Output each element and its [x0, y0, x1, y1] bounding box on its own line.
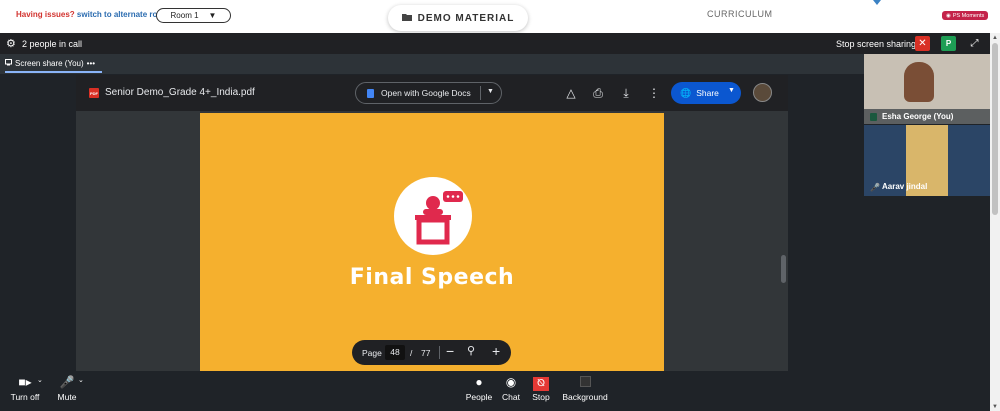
- caret-down-icon: ▼: [208, 11, 217, 20]
- current-page-input[interactable]: 48: [385, 345, 405, 360]
- share-tab-bar: Screen share (You) •••: [0, 54, 864, 74]
- demo-material-label: DEMO MATERIAL: [417, 12, 515, 24]
- background-icon: [560, 372, 610, 392]
- chevron-down-icon[interactable]: ⌄: [78, 376, 84, 384]
- screen-share-tab[interactable]: Screen share (You) •••: [5, 59, 95, 68]
- stop-share-icon: ⦰: [529, 372, 553, 392]
- slide-page: Final Speech: [200, 113, 664, 371]
- share-button[interactable]: 🌐 Share ▼: [671, 82, 741, 104]
- call-area: ⚙ 2 people in call Stop screen sharing ✕…: [0, 33, 990, 411]
- avatar[interactable]: [753, 83, 772, 102]
- slide-title: Final Speech: [349, 265, 515, 290]
- divider: [480, 86, 481, 100]
- print-icon[interactable]: ⎙: [590, 85, 606, 101]
- stop-sharing-label: Stop screen sharing: [836, 39, 917, 49]
- close-icon: ✕: [918, 38, 927, 49]
- mute-button[interactable]: 🎤 Mute: [54, 372, 80, 411]
- people-label: People: [465, 392, 493, 402]
- pdf-file-name: Senior Demo_Grade 4+_India.pdf: [105, 87, 255, 98]
- google-docs-icon: [367, 88, 374, 98]
- issue-text: Having issues?: [16, 10, 75, 19]
- curriculum-tab[interactable]: CURRICULUM: [707, 9, 773, 19]
- open-with-docs-label: Open with Google Docs: [381, 88, 471, 98]
- more-options-icon[interactable]: •••: [87, 59, 95, 68]
- page-separator: /: [410, 348, 413, 358]
- shared-pdf-viewer: PDF Senior Demo_Grade 4+_India.pdf Open …: [76, 75, 788, 371]
- screen-icon: [5, 59, 12, 68]
- participant-name: Esha George (You): [864, 109, 990, 124]
- zoom-fit-icon[interactable]: ⚲: [467, 344, 475, 357]
- folder-icon: [401, 13, 412, 24]
- add-to-drive-icon[interactable]: △: [563, 85, 579, 101]
- more-vert-icon[interactable]: ⋮: [646, 85, 662, 101]
- mute-label: Mute: [57, 392, 77, 402]
- speech-podium-icon: [394, 177, 472, 255]
- page-controls: Page 48 / 77 − ⚲ +: [352, 340, 511, 365]
- people-count: 2 people in call: [22, 39, 83, 49]
- chat-button[interactable]: ◉ Chat: [500, 372, 522, 411]
- active-tab-indicator: [5, 71, 102, 73]
- chevron-down-icon[interactable]: ⌄: [37, 376, 43, 384]
- chat-label: Chat: [502, 392, 520, 402]
- position-marker-icon: [873, 0, 881, 5]
- gear-icon[interactable]: ⚙: [6, 37, 16, 50]
- pdf-file-icon: PDF: [89, 88, 99, 98]
- background-label: Background: [562, 392, 608, 402]
- open-with-docs-button[interactable]: Open with Google Docs ▼: [355, 82, 502, 104]
- pdf-toolbar: PDF Senior Demo_Grade 4+_India.pdf Open …: [76, 75, 788, 111]
- issue-notice: Having issues? switch to alternate room: [16, 10, 169, 19]
- stop-share-button[interactable]: ⦰ Stop: [529, 372, 553, 411]
- viewer-scrollbar[interactable]: [781, 255, 786, 283]
- page-scrollbar[interactable]: ▲ ▼: [990, 33, 1000, 411]
- participant-tile-esha[interactable]: Esha George (You): [864, 54, 990, 124]
- chevron-down-icon[interactable]: ▼: [728, 87, 735, 94]
- zoom-in-icon[interactable]: +: [492, 343, 500, 359]
- room-select[interactable]: Room 1 ▼: [156, 8, 231, 23]
- participant-name: Aarav jindal: [882, 182, 928, 191]
- call-header: ⚙ 2 people in call Stop screen sharing ✕…: [0, 33, 990, 54]
- turn-off-label: Turn off: [10, 392, 40, 402]
- scroll-down-icon[interactable]: ▼: [992, 404, 998, 410]
- participant-video: [904, 62, 934, 102]
- chat-bubble-icon: ◉: [505, 375, 517, 389]
- background-button[interactable]: Background: [560, 372, 610, 411]
- globe-icon: 🌐: [680, 87, 692, 98]
- call-controls: ■▸ Turn off ⌄ 🎤 Mute ⌄ ● People ◉ Chat ⦰…: [0, 372, 990, 411]
- scrollbar-thumb[interactable]: [992, 43, 998, 215]
- page-label: Page: [362, 348, 382, 358]
- screen-share-label: Screen share (You): [15, 59, 84, 68]
- share-label: Share: [696, 88, 719, 98]
- room-select-value: Room 1: [170, 11, 199, 20]
- pip-button[interactable]: P: [941, 36, 956, 51]
- person-icon: ●: [475, 375, 483, 389]
- demo-material-button[interactable]: DEMO MATERIAL: [388, 5, 528, 31]
- chevron-down-icon[interactable]: ▼: [487, 88, 494, 95]
- scroll-up-icon[interactable]: ▲: [992, 35, 998, 41]
- fullscreen-icon[interactable]: ⤢: [967, 36, 982, 51]
- camera-icon: ◉: [946, 12, 951, 19]
- total-pages: 77: [421, 348, 431, 358]
- stop-label: Stop: [532, 392, 550, 402]
- microphone-icon: 🎤: [59, 375, 75, 389]
- participant-tile-aarav[interactable]: 🎤 Aarav jindal: [864, 125, 990, 196]
- ps-moments-button[interactable]: ◉ PS Moments: [942, 11, 989, 20]
- stop-sharing-button[interactable]: ✕: [915, 36, 930, 51]
- download-icon[interactable]: ⤓: [618, 85, 634, 101]
- top-bar: Having issues? switch to alternate room …: [0, 0, 1000, 33]
- ps-moments-label: PS Moments: [952, 12, 985, 19]
- divider: [439, 346, 440, 359]
- people-button[interactable]: ● People: [464, 372, 494, 411]
- zoom-out-icon[interactable]: −: [446, 343, 454, 359]
